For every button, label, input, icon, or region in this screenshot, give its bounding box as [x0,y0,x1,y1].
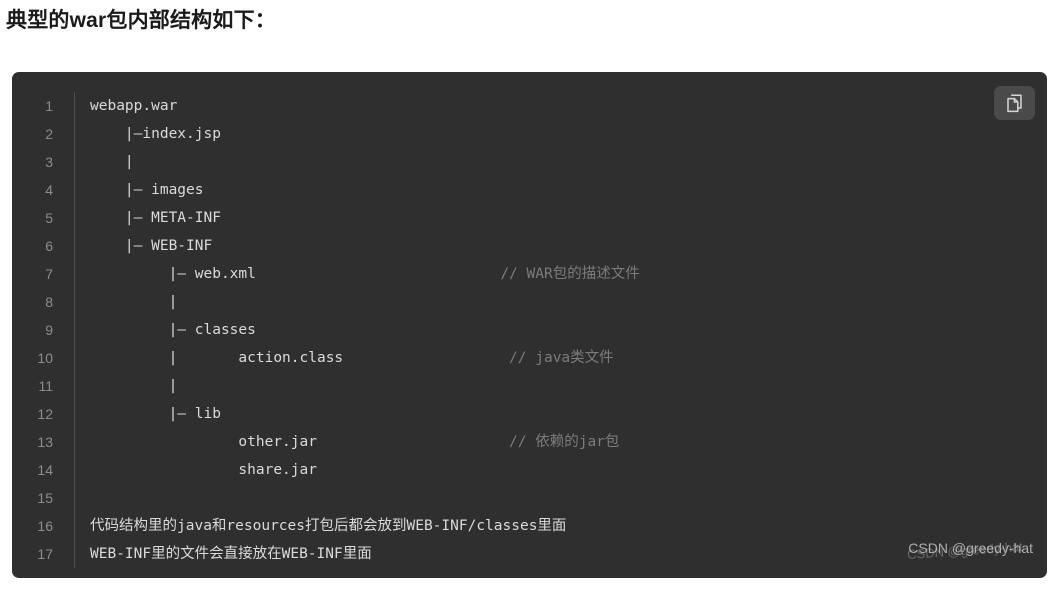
code-line-text: WEB-INF里的文件会直接放在WEB-INF里面 [75,540,1047,568]
code-line-text: |— classes [75,316,1047,344]
code-line: 4 |— images [12,176,1047,204]
code-line-text: |— web.xml // WAR包的描述文件 [75,260,1047,288]
code-line: 5 |— META-INF [12,204,1047,232]
copy-icon [1006,93,1023,113]
code-line-text: |—index.jsp [75,120,1047,148]
code-token: | [90,294,178,310]
code-token: |— META-INF [90,210,221,226]
code-scroll-area[interactable]: 1 webapp.war 2 |—index.jsp 3 | 4 |— images 5 … [12,72,1047,578]
line-number: 9 [45,322,53,338]
code-line: 2 |—index.jsp [12,120,1047,148]
code-line: 13 other.jar // 依赖的jar包 [12,428,1047,456]
line-number: 11 [38,378,53,394]
line-number: 16 [37,518,53,534]
code-token: webapp.war [90,98,178,114]
code-line-text: |— META-INF [75,204,1047,232]
code-line: 16 代码结构里的java和resources打包后都会放到WEB-INF/cla… [12,512,1047,540]
code-line-text: | [75,288,1047,316]
line-number: 3 [45,154,53,170]
code-token: |— lib [90,406,221,422]
code-comment: // java类文件 [509,350,614,366]
line-number: 6 [45,238,53,254]
code-line: 10 | action.class // java类文件 [12,344,1047,372]
code-line-text: 代码结构里的java和resources打包后都会放到WEB-INF/class… [75,512,1047,540]
code-line: 11 | [12,372,1047,400]
code-line-text: share.jar [75,456,1047,484]
line-number: 12 [37,406,53,422]
code-line: 15 [12,484,1047,512]
code-line: 8 | [12,288,1047,316]
code-line: 12 |— lib [12,400,1047,428]
code-token: WEB-INF里的文件会直接放在WEB-INF里面 [90,546,372,562]
code-line: 14 share.jar [12,456,1047,484]
code-line: 1 webapp.war [12,92,1047,120]
code-line-text: |— WEB-INF [75,232,1047,260]
code-line-text: |— images [75,176,1047,204]
comment-spacer [256,266,500,282]
line-number: 7 [45,266,53,282]
line-number: 2 [45,126,53,142]
code-line-text: other.jar // 依赖的jar包 [75,428,1047,456]
watermark-csdn: CSDN @greedy-hat [908,540,1033,556]
code-line-text: | [75,372,1047,400]
code-block: 1 webapp.war 2 |—index.jsp 3 | 4 |— images 5 … [12,72,1047,578]
line-number: 5 [45,210,53,226]
code-line: 6 |— WEB-INF [12,232,1047,260]
code-line-text: |— lib [75,400,1047,428]
page-root: 典型的war包内部结构如下： 1 webapp.war 2 |—index.jsp 3… [0,0,1058,589]
code-comment: // WAR包的描述文件 [500,266,640,282]
line-number: 14 [37,462,53,478]
line-number: 13 [37,434,53,450]
code-token: |— classes [90,322,256,338]
code-token: | [90,154,134,170]
line-number: 10 [37,350,53,366]
code-line: 7 |— web.xml // WAR包的描述文件 [12,260,1047,288]
line-number: 17 [37,546,53,562]
gutter-divider [74,484,75,512]
page-title: 典型的war包内部结构如下： [6,9,276,32]
code-token: | action.class [90,350,344,366]
code-token: |—index.jsp [90,126,221,142]
code-token: |— web.xml [90,266,256,282]
line-number: 4 [45,182,53,198]
code-line-text: webapp.war [75,92,1047,120]
line-number: 15 [37,490,53,506]
code-line: 3 | [12,148,1047,176]
line-number: 8 [45,294,53,310]
code-line-text: | action.class // java类文件 [75,344,1047,372]
code-token: 代码结构里的java和resources打包后都会放到WEB-INF/class… [90,518,567,534]
code-line-list: 1 webapp.war 2 |—index.jsp 3 | 4 |— images 5 … [12,92,1047,568]
copy-code-button[interactable] [994,86,1035,120]
comment-spacer [317,434,509,450]
code-line-text: | [75,148,1047,176]
code-token: |— images [90,182,204,198]
code-comment: // 依赖的jar包 [509,434,620,450]
code-token: | [90,378,178,394]
code-line: 9 |— classes [12,316,1047,344]
comment-spacer [343,350,509,366]
line-number: 1 [45,98,53,114]
code-token: other.jar [90,434,317,450]
code-token: |— WEB-INF [90,238,213,254]
code-line: 17 WEB-INF里的文件会直接放在WEB-INF里面 [12,540,1047,568]
code-token: share.jar [90,462,317,478]
